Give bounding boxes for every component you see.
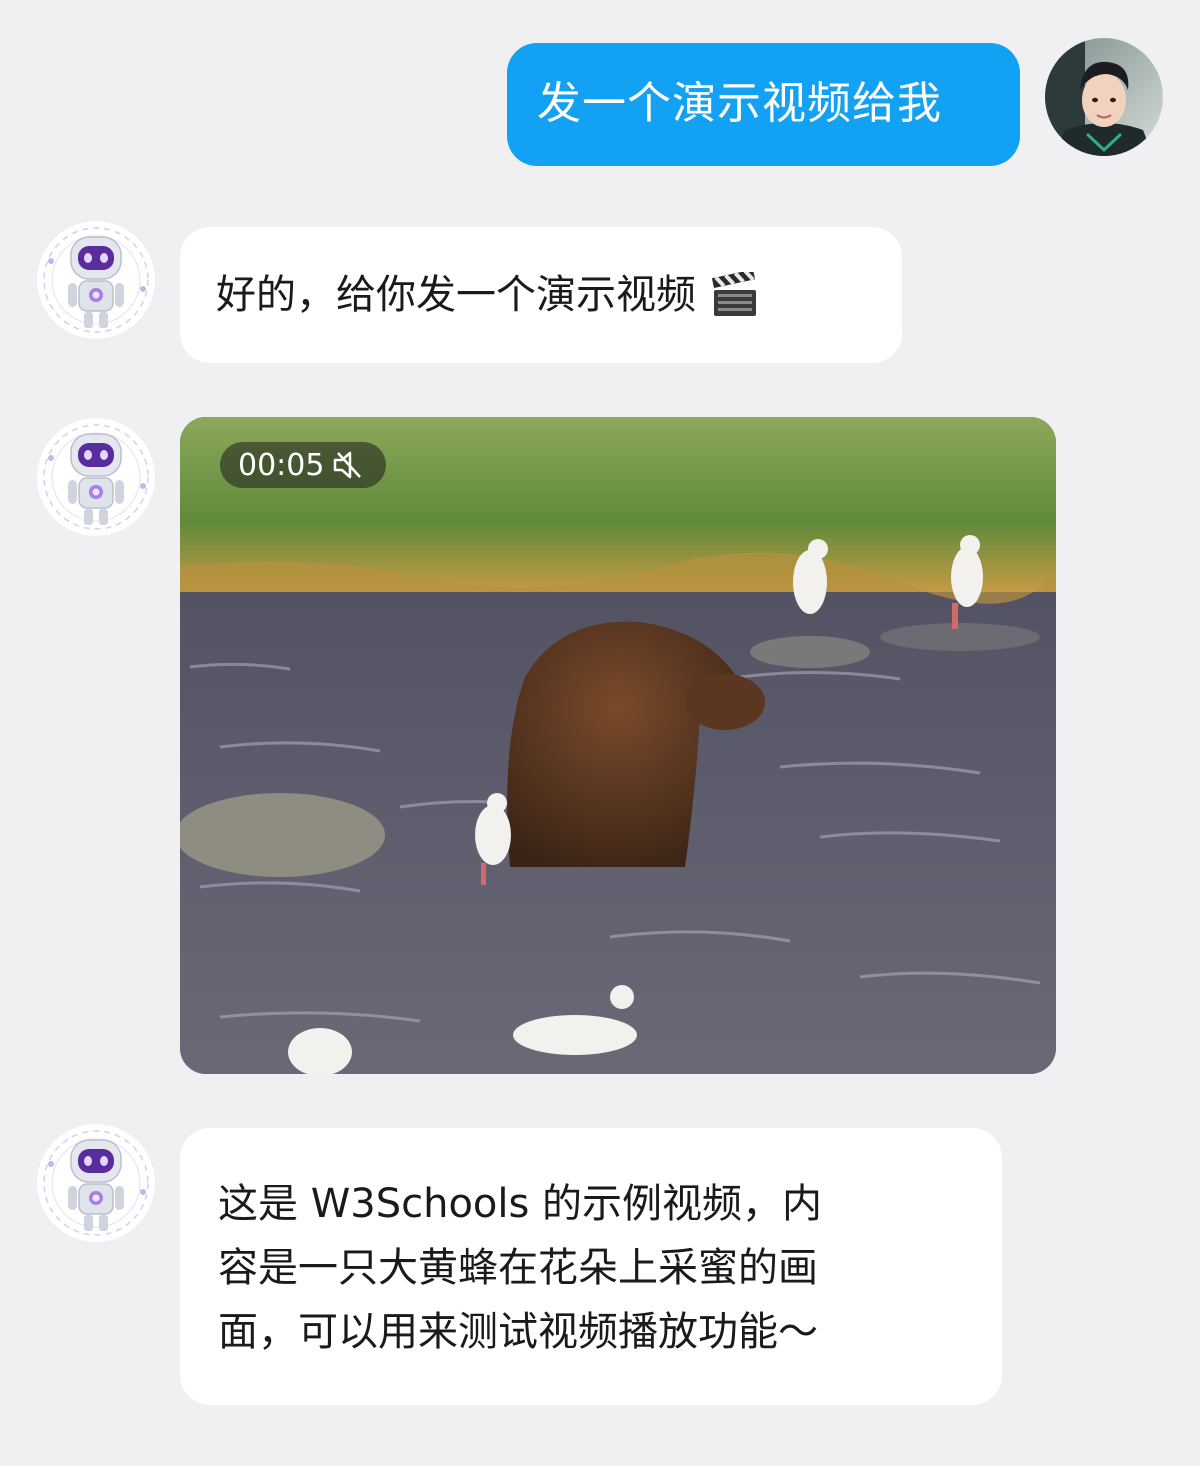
bot-avatar[interactable]	[37, 221, 155, 339]
chat-conversation: 发一个演示视频给我 好的，给你发一个演示视频 00:05 这是 W3School…	[0, 0, 1200, 1466]
video-duration-badge: 00:05	[220, 442, 387, 488]
bot-avatar[interactable]	[37, 418, 155, 536]
bot-message-line: 这是 W3Schools 的示例视频，内	[218, 1181, 823, 1227]
user-message-text: 发一个演示视频给我	[537, 78, 942, 129]
user-avatar[interactable]	[1045, 38, 1163, 156]
bot-avatar[interactable]	[37, 1124, 155, 1242]
video-frame	[180, 417, 1056, 1074]
bot-message-line: 容是一只大黄蜂在花朵上采蜜的画	[218, 1245, 818, 1291]
bot-message-bubble[interactable]: 这是 W3Schools 的示例视频，内 容是一只大黄蜂在花朵上采蜜的画 面，可…	[180, 1128, 1002, 1405]
bot-message-text: 好的，给你发一个演示视频	[216, 272, 696, 318]
bot-message-bubble[interactable]: 好的，给你发一个演示视频	[180, 227, 902, 363]
video-player[interactable]: 00:05	[180, 417, 1056, 1074]
bot-message-line: 面，可以用来测试视频播放功能～	[218, 1309, 818, 1355]
user-message-bubble[interactable]: 发一个演示视频给我	[507, 43, 1020, 166]
speaker-muted-icon[interactable]	[332, 449, 368, 481]
video-duration: 00:05	[238, 447, 325, 483]
clapperboard-icon	[710, 269, 760, 318]
